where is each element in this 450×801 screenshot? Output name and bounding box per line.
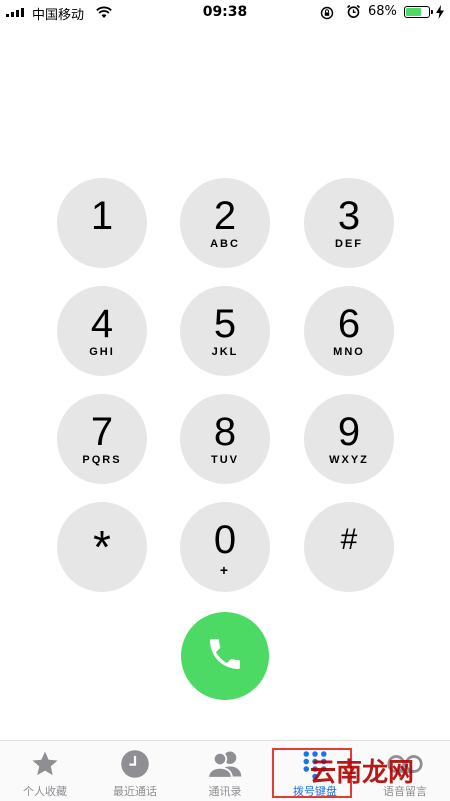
- key-letters: +: [219, 562, 231, 578]
- key-digit: 0: [213, 518, 237, 562]
- key-3[interactable]: 3 DEF: [304, 178, 394, 268]
- key-digit: 3: [337, 194, 361, 238]
- watermark: 云南龙网: [310, 758, 415, 788]
- call-button[interactable]: [181, 612, 269, 700]
- key-digit: #: [340, 523, 358, 556]
- key-1[interactable]: 1: [57, 178, 147, 268]
- key-letters: WXYZ: [329, 454, 369, 466]
- key-4[interactable]: 4 GHI: [57, 286, 147, 376]
- key-digit: 6: [337, 302, 361, 346]
- key-letters: TUV: [211, 454, 239, 466]
- tab-recents[interactable]: 最近通话: [90, 741, 180, 801]
- key-6[interactable]: 6 MNO: [304, 286, 394, 376]
- charging-bolt-icon: [436, 4, 444, 23]
- tab-label: 最近通话: [113, 785, 157, 798]
- status-bar: 中国移动 09:38 68%: [0, 0, 450, 26]
- battery-percent: 68%: [368, 4, 397, 19]
- battery-icon: [404, 6, 433, 18]
- key-star[interactable]: *: [57, 502, 147, 592]
- key-8[interactable]: 8 TUV: [180, 394, 270, 484]
- clock-icon: [120, 747, 150, 781]
- key-digit: 8: [213, 410, 237, 454]
- key-digit: 2: [213, 194, 237, 238]
- key-digit: 1: [90, 194, 114, 238]
- key-letters: JKL: [211, 346, 239, 358]
- key-letters: GHI: [89, 346, 115, 358]
- tab-contacts[interactable]: 通讯录: [180, 741, 270, 801]
- star-icon: [29, 747, 61, 781]
- key-digit: 7: [90, 410, 114, 454]
- key-letters: ABC: [210, 238, 240, 250]
- key-digit: 9: [337, 410, 361, 454]
- key-digit: 5: [213, 302, 237, 346]
- key-5[interactable]: 5 JKL: [180, 286, 270, 376]
- key-digit: *: [93, 521, 111, 573]
- contacts-icon: [206, 747, 244, 781]
- key-digit: 4: [90, 302, 114, 346]
- key-letters: MNO: [333, 346, 365, 358]
- key-0[interactable]: 0 +: [180, 502, 270, 592]
- key-9[interactable]: 9 WXYZ: [304, 394, 394, 484]
- key-pound[interactable]: #: [304, 502, 394, 592]
- phone-icon: [205, 634, 245, 678]
- alarm-icon: [346, 4, 361, 23]
- key-7[interactable]: 7 PQRS: [57, 394, 147, 484]
- key-2[interactable]: 2 ABC: [180, 178, 270, 268]
- key-letters: DEF: [335, 238, 363, 250]
- tab-label: 个人收藏: [23, 785, 67, 798]
- tab-favorites[interactable]: 个人收藏: [0, 741, 90, 801]
- battery-fill: [406, 8, 421, 16]
- tab-label: 通讯录: [208, 785, 242, 798]
- rotation-lock-icon: [320, 5, 334, 24]
- key-letters: PQRS: [82, 454, 122, 466]
